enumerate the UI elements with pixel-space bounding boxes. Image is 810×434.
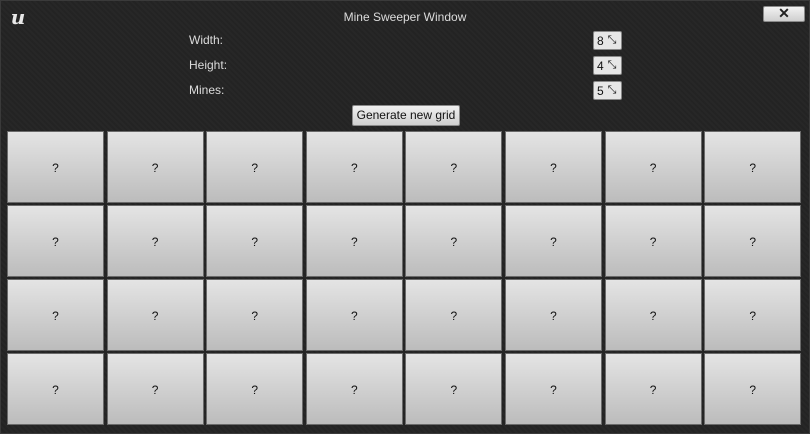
width-spinbox[interactable]: 8 ⤡: [593, 31, 622, 50]
mines-value: 5: [597, 84, 604, 98]
grid-cell[interactable]: ?: [106, 131, 204, 203]
height-value: 4: [597, 59, 604, 73]
grid-cell[interactable]: ?: [305, 131, 403, 203]
mine-grid: ????????????????????????????????: [7, 131, 804, 428]
width-label: Width:: [189, 33, 224, 47]
height-spinbox[interactable]: 4 ⤡: [593, 56, 622, 75]
spin-arrows-icon[interactable]: ⤡: [606, 34, 618, 46]
grid-cell[interactable]: ?: [206, 205, 304, 277]
grid-cell[interactable]: ?: [505, 131, 602, 203]
grid-cell[interactable]: ?: [405, 205, 503, 277]
close-icon: ✕: [778, 5, 790, 21]
width-row: Width: 8 ⤡: [1, 31, 809, 51]
grid-cell[interactable]: ?: [505, 353, 602, 425]
grid-cell[interactable]: ?: [206, 279, 304, 351]
minesweeper-window: u Mine Sweeper Window ✕ Width: 8 ⤡ Heigh…: [0, 0, 810, 434]
grid-cell[interactable]: ?: [7, 353, 104, 425]
grid-cell[interactable]: ?: [505, 205, 602, 277]
grid-cell[interactable]: ?: [106, 279, 204, 351]
mines-label: Mines:: [189, 83, 225, 97]
generate-grid-button[interactable]: Generate new grid: [352, 105, 460, 126]
grid-cell[interactable]: ?: [604, 353, 702, 425]
grid-cell[interactable]: ?: [405, 353, 503, 425]
grid-cell[interactable]: ?: [305, 353, 403, 425]
grid-cell[interactable]: ?: [704, 279, 802, 351]
grid-cell[interactable]: ?: [305, 205, 403, 277]
grid-cell[interactable]: ?: [604, 279, 702, 351]
grid-cell[interactable]: ?: [7, 131, 104, 203]
grid-cell[interactable]: ?: [206, 131, 304, 203]
mines-row: Mines: 5 ⤡: [1, 81, 809, 101]
grid-cell[interactable]: ?: [704, 205, 802, 277]
grid-cell[interactable]: ?: [704, 353, 802, 425]
grid-cell[interactable]: ?: [106, 205, 204, 277]
grid-cell[interactable]: ?: [106, 353, 204, 425]
grid-cell[interactable]: ?: [405, 131, 503, 203]
mines-spinbox[interactable]: 5 ⤡: [593, 81, 622, 100]
grid-cell[interactable]: ?: [305, 279, 403, 351]
grid-cell[interactable]: ?: [704, 131, 802, 203]
grid-cell[interactable]: ?: [7, 205, 104, 277]
grid-cell[interactable]: ?: [206, 353, 304, 425]
grid-cell[interactable]: ?: [405, 279, 503, 351]
width-value: 8: [597, 34, 604, 48]
spin-arrows-icon[interactable]: ⤡: [606, 59, 618, 71]
grid-cell[interactable]: ?: [604, 205, 702, 277]
height-label: Height:: [189, 58, 228, 72]
titlebar[interactable]: u Mine Sweeper Window ✕: [1, 1, 809, 31]
grid-cell[interactable]: ?: [604, 131, 702, 203]
window-title: Mine Sweeper Window: [343, 10, 467, 24]
spin-arrows-icon[interactable]: ⤡: [606, 84, 618, 96]
close-button[interactable]: ✕: [763, 5, 805, 22]
height-row: Height: 4 ⤡: [1, 56, 809, 76]
grid-cell[interactable]: ?: [7, 279, 104, 351]
grid-cell[interactable]: ?: [505, 279, 602, 351]
